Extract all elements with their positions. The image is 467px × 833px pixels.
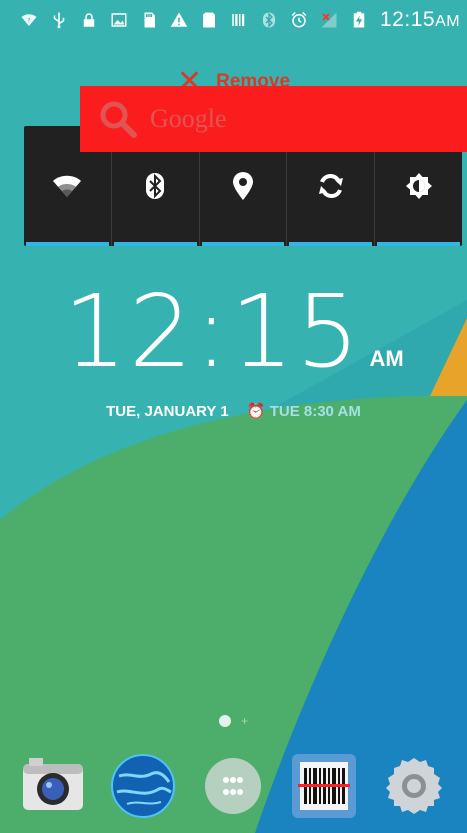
lock-icon <box>80 9 98 31</box>
barcode-icon <box>230 9 248 31</box>
wifi-question-icon: ? <box>20 9 38 31</box>
bluetooth-icon <box>146 173 165 199</box>
barcode-scanner-app-icon[interactable] <box>289 751 359 821</box>
status-clock: 12:15AM <box>380 8 460 32</box>
all-apps-button[interactable] <box>198 751 268 821</box>
page-dot-active <box>218 715 231 727</box>
status-time-value: 12:15 <box>380 8 436 31</box>
sd-card-icon <box>140 9 158 31</box>
sync-icon <box>318 174 343 198</box>
google-label: Google <box>150 104 227 133</box>
next-alarm[interactable]: ⏰ TUE 8:30 AM <box>247 403 361 420</box>
brightness-icon <box>405 173 432 199</box>
warning-icon <box>170 9 188 31</box>
date-alarm-row: TUE, JANUARY 1 ⏰ TUE 8:30 AM <box>0 402 467 420</box>
date-label: TUE, JANUARY 1 <box>106 403 229 420</box>
clock-ampm: AM <box>369 346 404 371</box>
no-signal-icon <box>320 9 338 31</box>
camera-app-icon[interactable] <box>18 751 88 821</box>
wifi-icon <box>53 175 82 197</box>
browser-app-icon[interactable] <box>108 751 178 821</box>
image-icon <box>110 9 128 31</box>
page-indicator: + <box>0 714 467 728</box>
clock-time: 12:15 <box>63 273 362 390</box>
bluetooth-icon <box>260 9 278 31</box>
google-search-bar[interactable]: Google <box>80 86 467 152</box>
alarm-icon: ⏰ <box>246 403 266 420</box>
status-time-ampm: AM <box>435 13 461 30</box>
settings-app-icon[interactable] <box>379 751 449 821</box>
search-icon <box>100 101 137 138</box>
status-bar: ? 12:15AM <box>0 0 467 40</box>
sim-icon <box>200 9 218 31</box>
battery-charging-icon <box>350 9 368 31</box>
clock-widget[interactable]: 12:15 AM <box>0 282 467 382</box>
alarm-label: TUE 8:30 AM <box>269 403 361 420</box>
location-pin-icon <box>232 172 253 200</box>
add-page-indicator: + <box>240 714 248 728</box>
dock <box>0 748 467 824</box>
svg-text:?: ? <box>27 17 30 24</box>
alarm-icon <box>290 9 308 31</box>
usb-icon <box>50 9 68 31</box>
